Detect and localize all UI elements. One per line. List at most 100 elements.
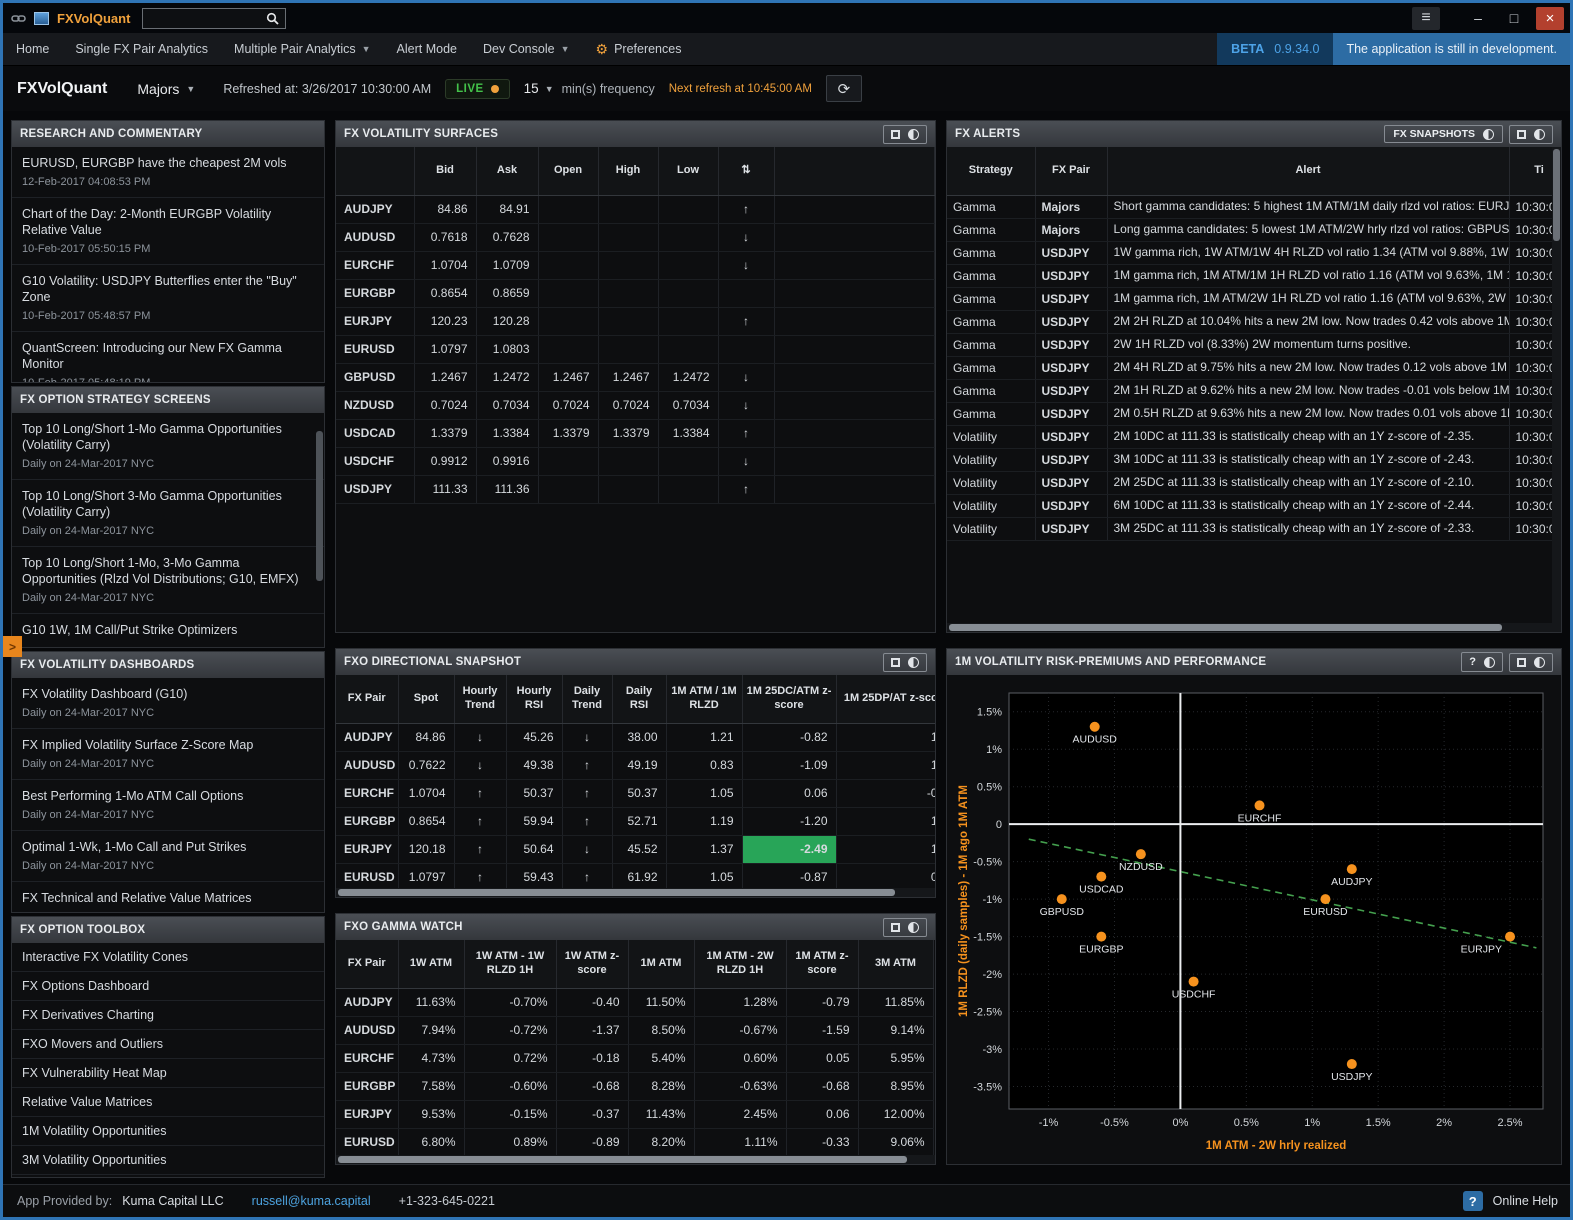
- alert-row[interactable]: GammaUSDJPY2M 2H RLZD at 10.04% hits a n…: [947, 310, 1561, 333]
- toolbox-item[interactable]: FX Vulnerability Heat Map: [12, 1059, 324, 1088]
- list-item[interactable]: FX Technical and Relative Value Matrices…: [12, 882, 324, 912]
- alert-row[interactable]: GammaMajorsShort gamma candidates: 5 hig…: [947, 195, 1561, 218]
- column-header[interactable]: FX Pair: [336, 940, 398, 988]
- column-header[interactable]: Ask: [476, 147, 538, 195]
- list-item[interactable]: Top 10 Long/Short 1-Mo Gamma Opportuniti…: [12, 413, 324, 480]
- toolbox-item[interactable]: FX Options Dashboard: [12, 972, 324, 1001]
- toolbox-item[interactable]: Relative Value Matrices: [12, 1088, 324, 1117]
- alert-row[interactable]: VolatilityUSDJPY3M 10DC at 111.33 is sta…: [947, 448, 1561, 471]
- menu-button[interactable]: ≡: [1412, 7, 1440, 30]
- alert-row[interactable]: VolatilityUSDJPY6M 10DC at 111.33 is sta…: [947, 494, 1561, 517]
- column-header[interactable]: High: [598, 147, 658, 195]
- column-header[interactable]: Bid: [414, 147, 476, 195]
- scrollbar-thumb[interactable]: [338, 889, 895, 896]
- column-header[interactable]: Hourly RSI: [506, 675, 562, 723]
- email-link[interactable]: russell@kuma.capital: [252, 1194, 371, 1208]
- menu-item-single-fx-pair-analytics[interactable]: Single FX Pair Analytics: [62, 33, 221, 65]
- column-header[interactable]: Daily Trend: [562, 675, 612, 723]
- scatter-point[interactable]: [1347, 1059, 1357, 1069]
- fx-pair-cell[interactable]: AUDUSD: [336, 751, 398, 779]
- menu-item-alert-mode[interactable]: Alert Mode: [384, 33, 470, 65]
- alert-row[interactable]: VolatilityUSDJPY2M 25DC at 111.33 is sta…: [947, 471, 1561, 494]
- help-icon[interactable]: ?: [1469, 656, 1476, 668]
- list-item[interactable]: G10 Volatility: USDJPY Butterflies enter…: [12, 265, 324, 332]
- sort-arrows-icon[interactable]: ⇅: [718, 147, 774, 195]
- list-item[interactable]: Optimal 1-Wk, 1-Mo Call and Put StrikesD…: [12, 831, 324, 882]
- expand-panel-icon[interactable]: [891, 923, 900, 932]
- list-item[interactable]: G10 1W, 1M Call/Put Strike Optimizers: [12, 614, 324, 647]
- scrollbar-vertical[interactable]: [1552, 147, 1561, 632]
- panel-options-icon[interactable]: [908, 129, 919, 140]
- alert-row[interactable]: GammaUSDJPY2M 0.5H RLZD at 9.63% hits a …: [947, 402, 1561, 425]
- fx-pair-link[interactable]: USDJPY: [336, 475, 414, 503]
- column-header[interactable]: FX Pair: [336, 675, 398, 723]
- alert-row[interactable]: GammaUSDJPY1W gamma rich, 1W ATM/1W 4H R…: [947, 241, 1561, 264]
- column-header[interactable]: 1W ATM - 1W RLZD 1H: [464, 940, 556, 988]
- scatter-point[interactable]: [1090, 722, 1100, 732]
- fx-pair-link[interactable]: NZDUSD: [336, 391, 414, 419]
- panel-options-icon[interactable]: [1534, 657, 1545, 668]
- toolbox-item[interactable]: 1M Volatility Opportunities: [12, 1117, 324, 1146]
- scatter-point[interactable]: [1096, 932, 1106, 942]
- scrollbar-thumb[interactable]: [1553, 149, 1560, 241]
- panel-options-icon[interactable]: [908, 657, 919, 668]
- menu-item-dev-console[interactable]: Dev Console▼: [470, 33, 583, 65]
- toolbox-item[interactable]: FXO Movers and Outliers: [12, 1030, 324, 1059]
- fx-pair-link[interactable]: USDCHF: [336, 447, 414, 475]
- list-item[interactable]: QuantScreen: Introducing our New FX Gamm…: [12, 332, 324, 382]
- column-header[interactable]: FX Pair: [1035, 147, 1107, 195]
- close-button[interactable]: ×: [1536, 7, 1564, 30]
- online-help-link[interactable]: Online Help: [1493, 1194, 1558, 1208]
- fx-pair-link[interactable]: EURGBP: [336, 279, 414, 307]
- search-icon[interactable]: [259, 9, 285, 28]
- sidebar-expand-tab[interactable]: >: [3, 636, 22, 657]
- column-header[interactable]: 1W ATM z-score: [556, 940, 628, 988]
- scatter-point[interactable]: [1255, 800, 1265, 810]
- fx-pair-link[interactable]: GBPUSD: [336, 363, 414, 391]
- column-header[interactable]: 3M ATM: [858, 940, 933, 988]
- alert-row[interactable]: GammaMajorsLong gamma candidates: 5 lowe…: [947, 218, 1561, 241]
- list-item[interactable]: Top 10 Long/Short 3-Mo Gamma Opportuniti…: [12, 480, 324, 547]
- alert-row[interactable]: GammaUSDJPY1M gamma rich, 1M ATM/2W 1H R…: [947, 287, 1561, 310]
- link-icon[interactable]: [11, 12, 26, 25]
- column-header[interactable]: 1M ATM z-score: [786, 940, 858, 988]
- minimize-button[interactable]: –: [1464, 7, 1492, 30]
- column-header[interactable]: Hourly Trend: [454, 675, 506, 723]
- fx-pair-cell[interactable]: EURCHF: [336, 1044, 398, 1072]
- column-header[interactable]: Alert: [1107, 147, 1509, 195]
- alert-row[interactable]: GammaUSDJPY2M 1H RLZD at 9.62% hits a ne…: [947, 379, 1561, 402]
- column-header[interactable]: Open: [538, 147, 598, 195]
- fx-pair-cell[interactable]: EURGBP: [336, 807, 398, 835]
- scatter-point[interactable]: [1505, 932, 1515, 942]
- list-item[interactable]: Top 10 Long/Short 1-Mo, 3-Mo Gamma Oppor…: [12, 547, 324, 614]
- toolbox-item[interactable]: FX Derivatives Charting: [12, 1001, 324, 1030]
- column-header[interactable]: 1M ATM: [628, 940, 694, 988]
- panel-options-icon[interactable]: [1534, 129, 1545, 140]
- alert-row[interactable]: GammaUSDJPY2W 1H RLZD vol (8.33%) 2W mom…: [947, 333, 1561, 356]
- fx-pair-link[interactable]: AUDUSD: [336, 223, 414, 251]
- expand-panel-icon[interactable]: [891, 130, 900, 139]
- column-header[interactable]: 1M ATM / 1M RLZD: [666, 675, 742, 723]
- scatter-point[interactable]: [1096, 872, 1106, 882]
- column-header[interactable]: Spot: [398, 675, 454, 723]
- scatter-point[interactable]: [1320, 894, 1330, 904]
- scatter-point[interactable]: [1347, 864, 1357, 874]
- expand-panel-icon[interactable]: [891, 658, 900, 667]
- fx-pair-link[interactable]: AUDJPY: [336, 195, 414, 223]
- expand-panel-icon[interactable]: [1517, 658, 1526, 667]
- fx-pair-cell[interactable]: EURUSD: [336, 1128, 398, 1156]
- list-item[interactable]: Best Performing 1-Mo ATM Call OptionsDai…: [12, 780, 324, 831]
- scatter-point[interactable]: [1189, 977, 1199, 987]
- fx-pair-cell[interactable]: EURUSD: [336, 863, 398, 891]
- alert-row[interactable]: GammaUSDJPY2M 4H RLZD at 9.75% hits a ne…: [947, 356, 1561, 379]
- column-header[interactable]: 1W ATM: [398, 940, 464, 988]
- scrollbar-horizontal[interactable]: [947, 623, 1561, 632]
- scrollbar-horizontal[interactable]: [336, 888, 935, 897]
- search-input[interactable]: [143, 10, 259, 27]
- fx-snapshots-button[interactable]: FX SNAPSHOTS: [1384, 125, 1503, 143]
- fx-pair-cell[interactable]: EURGBP: [336, 1072, 398, 1100]
- expand-panel-icon[interactable]: [1517, 130, 1526, 139]
- scatter-point[interactable]: [1136, 849, 1146, 859]
- scrollbar-thumb[interactable]: [316, 431, 323, 581]
- alert-row[interactable]: VolatilityUSDJPY3M 25DC at 111.33 is sta…: [947, 517, 1561, 540]
